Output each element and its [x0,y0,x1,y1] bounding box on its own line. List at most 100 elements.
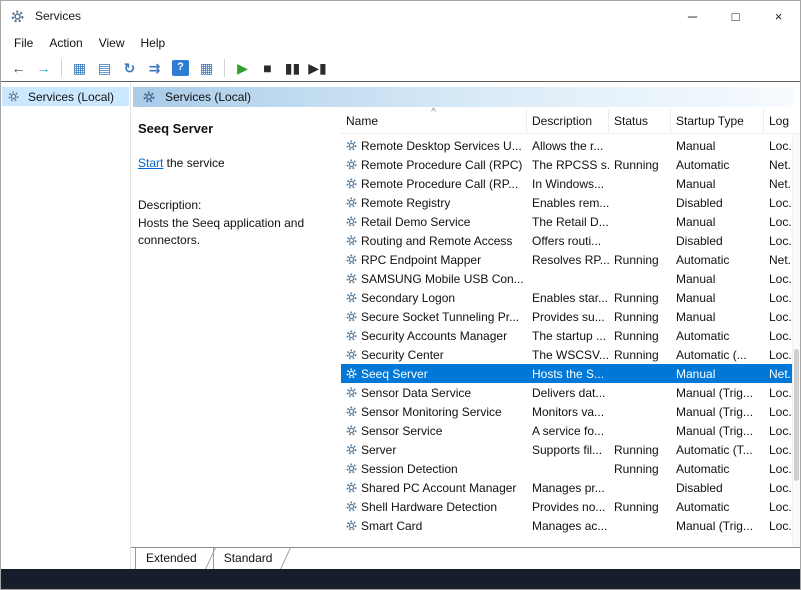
toolbar-separator [61,59,62,77]
cell-name: Security Accounts Manager [361,329,507,343]
start-service-link[interactable]: Start [138,156,163,170]
cell-startup-type: Manual [671,136,764,155]
cell-startup-type: Manual [671,307,764,326]
cell-startup-type: Manual [671,174,764,193]
cell-status: Running [609,155,671,174]
table-row[interactable]: Remote Desktop Services U... Allows the … [341,136,800,155]
cell-startup-type: Disabled [671,193,764,212]
gear-icon [346,482,357,493]
refresh-icon[interactable]: ↻ [118,57,141,78]
service-detail-panel: Seeq Server Start the service Descriptio… [131,109,341,547]
pause-service-icon[interactable]: ▮▮ [281,57,304,78]
table-row[interactable]: Sensor Service A service fo... Manual (T… [341,421,800,440]
table-row[interactable]: Security Center The WSCSV... Running Aut… [341,345,800,364]
table-row[interactable]: Remote Procedure Call (RP... In Windows.… [341,174,800,193]
menu-action[interactable]: Action [41,34,90,52]
window-title: Services [35,9,81,23]
cell-name: Secure Socket Tunneling Pr... [361,310,519,324]
column-header-status[interactable]: Status [609,109,671,133]
table-row[interactable]: Shell Hardware Detection Provides no... … [341,497,800,516]
start-service-icon[interactable]: ▶ [231,57,254,78]
cell-startup-type: Manual [671,269,764,288]
help-icon[interactable]: ? [172,60,189,76]
column-header-description[interactable]: Description [527,109,609,133]
cell-name: Sensor Data Service [361,386,471,400]
table-row[interactable]: Server Supports fil... Running Automatic… [341,440,800,459]
show-console-tree-icon[interactable]: ▦ [68,57,91,78]
cell-name-container: Routing and Remote Access [341,231,527,250]
cell-name-container: Secondary Logon [341,288,527,307]
list-column-headers: ^ Name Description Status Startup Type L… [341,109,800,134]
cell-name: Remote Procedure Call (RPC) [361,158,522,172]
forward-icon[interactable]: → [32,57,55,78]
table-row[interactable]: Sensor Data Service Delivers dat... Manu… [341,383,800,402]
cell-startup-type: Disabled [671,478,764,497]
table-row[interactable]: Security Accounts Manager The startup ..… [341,326,800,345]
column-header-log-on-as[interactable]: Log [764,109,800,133]
cell-name-container: SAMSUNG Mobile USB Con... [341,269,527,288]
menu-view[interactable]: View [91,34,133,52]
gear-icon [346,216,357,227]
cell-description: The RPCSS s... [527,155,609,174]
table-row[interactable]: Retail Demo Service The Retail D... Manu… [341,212,800,231]
tab-standard[interactable]: Standard [213,548,289,569]
toolbar-separator [224,59,225,77]
table-row[interactable]: Seeq Server Hosts the S... Manual Net... [341,364,800,383]
table-row[interactable]: Sensor Monitoring Service Monitors va...… [341,402,800,421]
menu-file[interactable]: File [6,34,41,52]
cell-name-container: Shell Hardware Detection [341,497,527,516]
description-label: Description: [138,198,329,212]
pane-body: Seeq Server Start the service Descriptio… [131,107,800,547]
cell-description: Offers routi... [527,231,609,250]
services-list: ^ Name Description Status Startup Type L… [341,109,800,547]
titlebar: Services ─ □ × [1,1,800,31]
column-label-name: Name [346,114,378,128]
sidebar-item-services-local[interactable]: Services (Local) [2,87,129,106]
gear-icon [346,178,357,189]
table-row[interactable]: Secure Socket Tunneling Pr... Provides s… [341,307,800,326]
table-row[interactable]: Secondary Logon Enables star... Running … [341,288,800,307]
view-tabs: ExtendedStandard [131,547,800,569]
column-header-startup-type[interactable]: Startup Type [671,109,764,133]
restart-service-icon[interactable]: ▶▮ [306,57,329,78]
export-list-icon[interactable]: ⇉ [143,57,166,78]
service-action-suffix: the service [163,156,224,170]
cell-name: Retail Demo Service [361,215,470,229]
cell-name: Remote Procedure Call (RP... [361,177,518,191]
cell-startup-type: Manual [671,288,764,307]
table-row[interactable]: Smart Card Manages ac... Manual (Trig...… [341,516,800,535]
cell-description [527,459,609,478]
gear-icon [346,444,357,455]
action-pane-icon[interactable]: ▦ [195,57,218,78]
gear-icon [346,406,357,417]
properties-icon[interactable]: ▤ [93,57,116,78]
gear-icon [346,311,357,322]
sort-ascending-indicator: ^ [431,108,436,118]
cell-description: The WSCSV... [527,345,609,364]
table-row[interactable]: Shared PC Account Manager Manages pr... … [341,478,800,497]
services-rows: Remote Desktop Services U... Allows the … [341,134,800,547]
cell-startup-type: Manual (Trig... [671,516,764,535]
menu-help[interactable]: Help [133,34,174,52]
table-row[interactable]: RPC Endpoint Mapper Resolves RP... Runni… [341,250,800,269]
cell-startup-type: Disabled [671,231,764,250]
scrollbar-thumb[interactable] [794,349,799,481]
tab-extended[interactable]: Extended [135,548,213,569]
back-icon[interactable]: ← [7,57,30,78]
column-header-name[interactable]: ^ Name [341,109,527,133]
cell-name-container: Session Detection [341,459,527,478]
cell-description: The startup ... [527,326,609,345]
minimize-button[interactable]: ─ [671,1,714,31]
stop-service-icon[interactable]: ■ [256,57,279,78]
table-row[interactable]: SAMSUNG Mobile USB Con... Manual Loc... [341,269,800,288]
cell-description: Enables star... [527,288,609,307]
maximize-button[interactable]: □ [714,1,757,31]
vertical-scrollbar[interactable] [792,134,800,547]
table-row[interactable]: Remote Registry Enables rem... Disabled … [341,193,800,212]
column-label-description: Description [532,114,592,128]
table-row[interactable]: Remote Procedure Call (RPC) The RPCSS s.… [341,155,800,174]
table-row[interactable]: Routing and Remote Access Offers routi..… [341,231,800,250]
gear-icon [346,349,357,360]
close-button[interactable]: × [757,1,800,31]
table-row[interactable]: Session Detection Running Automatic Loc.… [341,459,800,478]
